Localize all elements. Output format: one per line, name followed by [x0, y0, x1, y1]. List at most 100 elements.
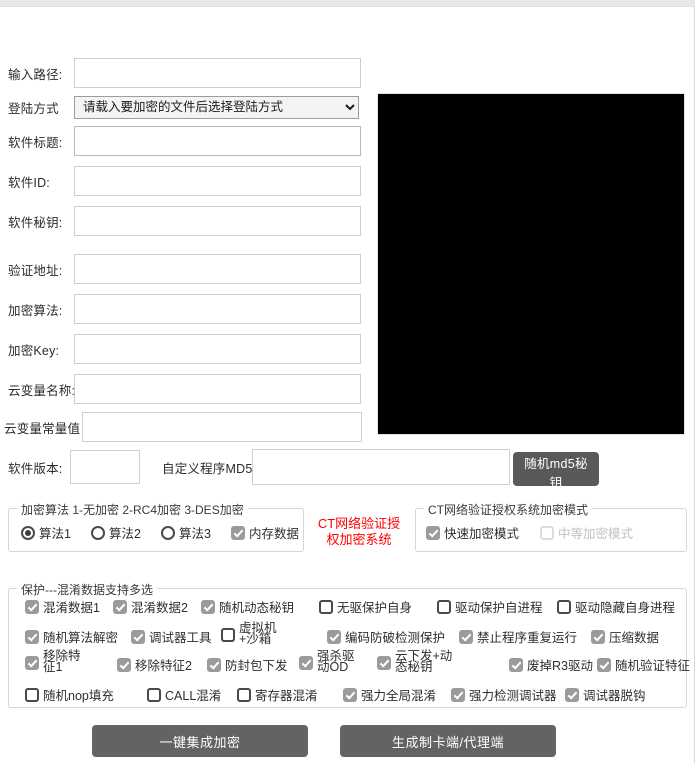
ct-mode-group-legend: CT网络验证授权系统加密模式 [424, 501, 592, 518]
field-row-encrypt-algo: 加密算法: [8, 294, 361, 324]
software-key-field[interactable] [74, 206, 361, 236]
radio-algo-3[interactable]: 算法3 [161, 523, 211, 542]
checkbox-icon-driver-protect-process [437, 599, 451, 614]
checkbox-compress-data[interactable]: 压缩数据 [591, 627, 659, 646]
checkbox-label-memory-data: 内存数据 [249, 527, 300, 541]
field-row-input-path: 输入路径: [8, 58, 361, 88]
software-version-field[interactable] [70, 450, 140, 484]
checkbox-debugger-tool[interactable]: 调试器工具 [131, 627, 212, 646]
checkbox-anticrack-detect-protect[interactable]: 编码防破检测保护 [327, 627, 445, 646]
checkbox-debugger-unhook[interactable]: 调试器脱钩 [565, 685, 646, 704]
software-title-label: 软件标题: [8, 135, 63, 150]
checkbox-icon-disable-r3-driver [509, 657, 523, 672]
checkbox-icon-compress-data [591, 629, 605, 644]
login-mode-select[interactable]: 请载入要加密的文件后选择登陆方式 [74, 95, 359, 119]
algorithm-group: 加密算法 1-无加密 2-RC4加密 3-DES加密 算法1 算法2 算法3 内… [8, 501, 304, 552]
checkbox-label-compress-data: 压缩数据 [609, 631, 660, 645]
checkbox-memory-data[interactable]: 内存数据 [231, 523, 299, 542]
checkbox-obfuscate-data-2[interactable]: 混淆数据2 [113, 597, 188, 616]
custom-md5-field[interactable] [252, 449, 510, 485]
checkbox-icon-vm-sandbox [221, 628, 235, 642]
checkbox-random-nop-fill[interactable]: 随机nop填充 [25, 685, 114, 704]
integrate-encrypt-button[interactable]: 一键集成加密 [92, 725, 308, 757]
protection-group-legend: 保护---混淆数据支持多选 [17, 581, 157, 598]
radio-label-algo-1: 算法1 [39, 527, 71, 541]
field-row-software-version: 软件版本: [8, 450, 140, 484]
custom-md5-label: 自定义程序MD5: [162, 461, 257, 476]
checkbox-label-debugger-tool: 调试器工具 [149, 631, 212, 645]
checkbox-icon-strong-global-obfuscate [343, 687, 357, 702]
field-row-software-title: 软件标题: [8, 126, 361, 156]
field-row-software-id: 软件ID: [8, 166, 361, 196]
checkbox-icon-remove-feature-1 [25, 656, 39, 670]
checkbox-icon-kill-driver-od [299, 656, 313, 670]
checkbox-driverless-self-protect[interactable]: 无驱保护自身 [319, 597, 412, 616]
checkbox-register-obfuscate[interactable]: 寄存器混淆 [237, 685, 318, 704]
checkbox-random-verify-feature[interactable]: 随机验证特征 [597, 655, 690, 674]
cloud-var-name-label: 云变量名称: [8, 383, 76, 398]
field-row-cloud-var-value: 云变量常量值 [4, 412, 362, 442]
checkbox-icon-remove-feature-2 [117, 657, 131, 672]
checkbox-call-obfuscate[interactable]: CALL混淆 [147, 685, 221, 704]
checkbox-icon-memory-data [231, 525, 245, 540]
checkbox-icon-fast-mode [426, 525, 440, 540]
checkbox-icon-cloud-push-dynamic-key [377, 656, 391, 670]
radio-algo-1[interactable]: 算法1 [21, 523, 71, 542]
radio-icon-algo-3 [161, 525, 175, 540]
checkbox-cloud-push-dynamic-key[interactable]: 云下发+动态秘钥 [377, 650, 455, 673]
checkbox-strong-detect-debugger[interactable]: 强力检测调试器 [451, 685, 557, 704]
checkbox-label-random-nop-fill: 随机nop填充 [43, 689, 114, 703]
checkbox-label-driver-protect-process: 驱动保护自进程 [455, 601, 543, 615]
cloud-var-name-field[interactable] [74, 374, 361, 404]
checkbox-icon-obfuscate-data-1 [25, 599, 39, 614]
preview-panel [377, 93, 685, 435]
checkbox-label-call-obfuscate: CALL混淆 [165, 689, 222, 703]
software-key-label: 软件秘钥: [8, 215, 63, 230]
software-id-label: 软件ID: [8, 175, 50, 190]
checkbox-label-register-obfuscate: 寄存器混淆 [255, 689, 318, 703]
checkbox-vm-sandbox[interactable]: 虚拟机+沙箱 [221, 622, 283, 645]
software-version-label: 软件版本: [8, 461, 63, 476]
checkbox-label-obfuscate-data-2: 混淆数据2 [131, 601, 188, 615]
checkbox-random-dynamic-key[interactable]: 随机动态秘钥 [201, 597, 294, 616]
checkbox-label-random-dynamic-key: 随机动态秘钥 [219, 601, 295, 615]
checkbox-driver-hide-process[interactable]: 驱动隐藏自身进程 [557, 597, 675, 616]
radio-algo-2[interactable]: 算法2 [91, 523, 141, 542]
verify-address-field[interactable] [74, 254, 361, 284]
checkbox-disable-r3-driver[interactable]: 废掉R3驱动 [509, 655, 593, 674]
input-path-field[interactable] [74, 58, 361, 88]
checkbox-anti-packet-push[interactable]: 防封包下发 [207, 655, 288, 674]
checkbox-remove-feature-1[interactable]: 移除特征1 [25, 649, 83, 674]
algorithm-group-legend: 加密算法 1-无加密 2-RC4加密 3-DES加密 [17, 501, 248, 518]
checkbox-strong-global-obfuscate[interactable]: 强力全局混淆 [343, 685, 436, 704]
checkbox-driver-protect-process[interactable]: 驱动保护自进程 [437, 597, 543, 616]
checkbox-icon-strong-detect-debugger [451, 687, 465, 702]
checkbox-label-prevent-duplicate-run: 禁止程序重复运行 [477, 631, 578, 645]
encrypt-algo-label: 加密算法: [8, 303, 63, 318]
checkbox-prevent-duplicate-run[interactable]: 禁止程序重复运行 [459, 627, 577, 646]
software-id-field[interactable] [74, 166, 361, 196]
verify-address-label: 验证地址: [8, 263, 63, 278]
checkbox-icon-driver-hide-process [557, 599, 571, 614]
checkbox-random-algo-decrypt[interactable]: 随机算法解密 [25, 627, 118, 646]
checkbox-medium-mode: 中等加密模式 [540, 523, 633, 542]
checkbox-icon-random-nop-fill [25, 687, 39, 702]
encrypt-algo-field[interactable] [74, 294, 361, 324]
checkbox-label-disable-r3-driver: 废掉R3驱动 [527, 659, 593, 673]
software-title-field[interactable] [74, 126, 361, 156]
checkbox-icon-anticrack-detect-protect [327, 629, 341, 644]
checkbox-remove-feature-2[interactable]: 移除特征2 [117, 655, 192, 674]
encrypt-key-field[interactable] [74, 334, 361, 364]
checkbox-label-strong-detect-debugger: 强力检测调试器 [469, 689, 557, 703]
checkbox-icon-driverless-self-protect [319, 599, 333, 614]
input-path-label: 输入路径: [8, 67, 63, 82]
checkbox-label-remove-feature-1: 移除特征1 [43, 649, 81, 674]
cloud-var-value-field[interactable] [82, 412, 362, 442]
checkbox-kill-driver-od[interactable]: 强杀驱动OD [299, 650, 357, 673]
checkbox-obfuscate-data-1[interactable]: 混淆数据1 [25, 597, 100, 616]
random-md5-button[interactable]: 随机md5秘钥 [513, 452, 599, 490]
checkbox-fast-mode[interactable]: 快速加密模式 [426, 523, 519, 542]
checkbox-icon-call-obfuscate [147, 687, 161, 702]
generate-card-agent-button[interactable]: 生成制卡端/代理端 [340, 725, 556, 757]
checkbox-label-driver-hide-process: 驱动隐藏自身进程 [575, 601, 676, 615]
